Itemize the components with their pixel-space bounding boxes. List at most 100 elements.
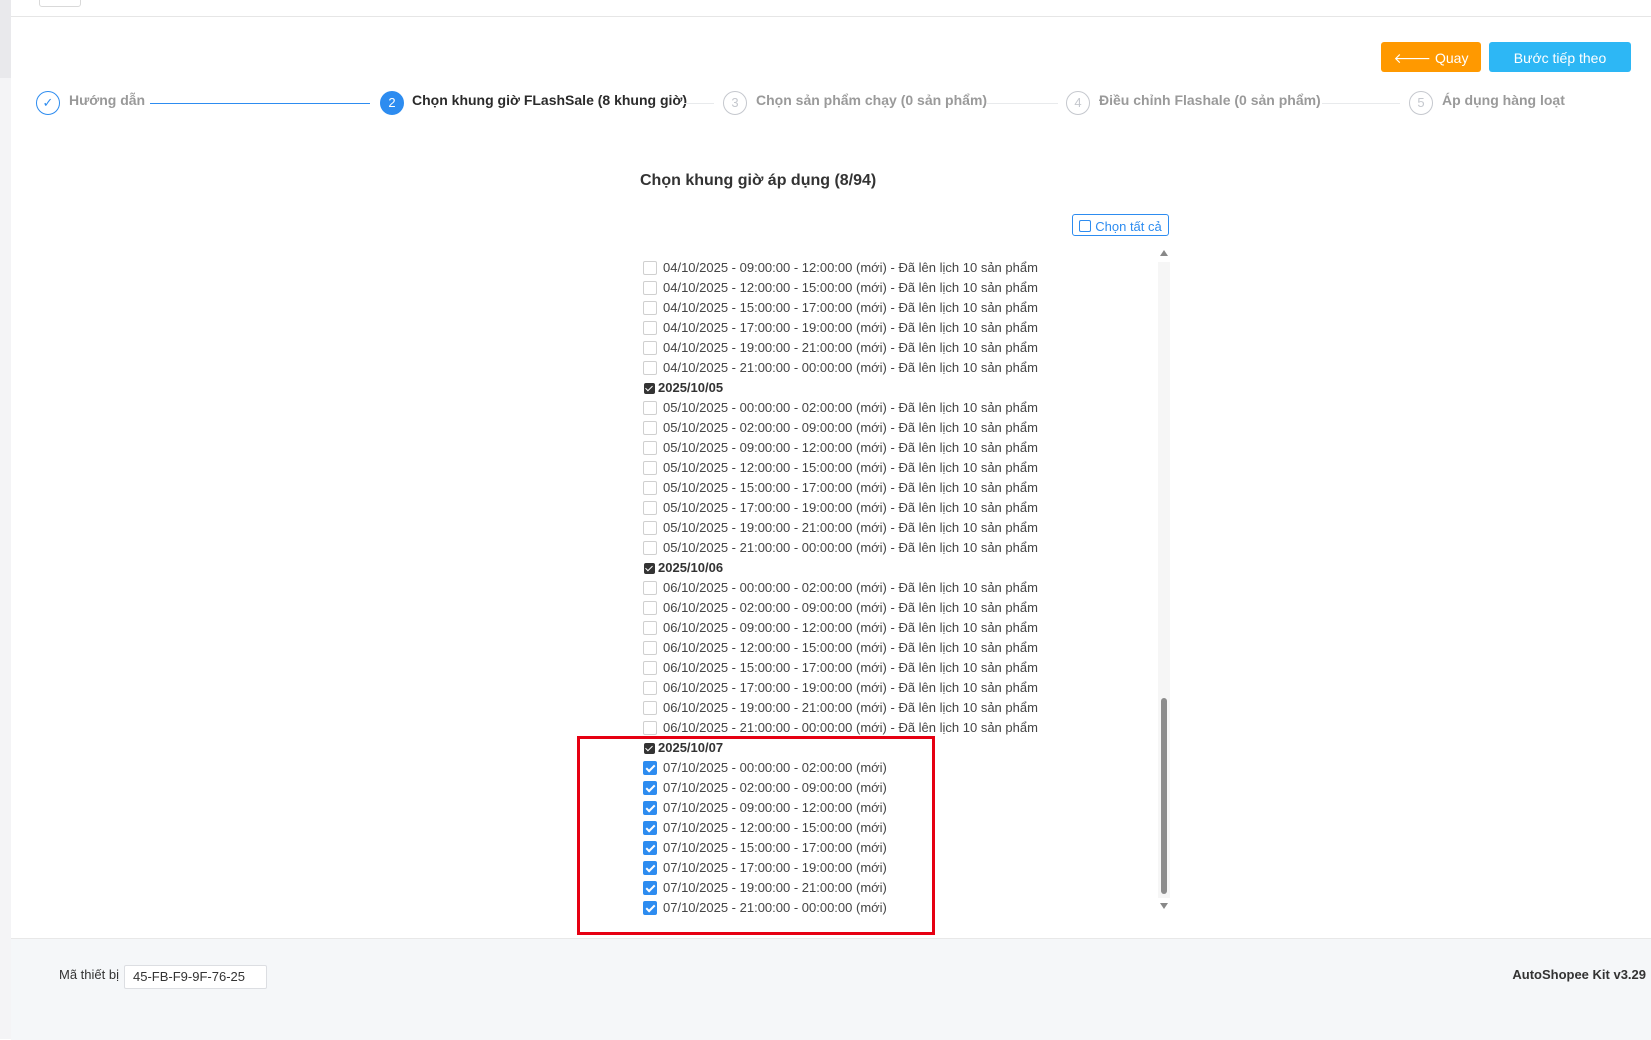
- slot-item-label: 05/10/2025 - 17:00:00 - 19:00:00 (mới) -…: [663, 500, 1038, 515]
- slot-item-label: 05/10/2025 - 02:00:00 - 09:00:00 (mới) -…: [663, 420, 1038, 435]
- slot-item[interactable]: 05/10/2025 - 09:00:00 - 12:00:00 (mới) -…: [643, 438, 1163, 458]
- back-button[interactable]: 🡐 Quay lại: [1381, 42, 1481, 96]
- checkbox-unchecked[interactable]: [643, 401, 657, 415]
- slot-item-label: 05/10/2025 - 19:00:00 - 21:00:00 (mới) -…: [663, 520, 1038, 535]
- slot-item-label: 04/10/2025 - 17:00:00 - 19:00:00 (mới) -…: [663, 320, 1038, 335]
- left-gutter: [0, 0, 11, 1039]
- date-group-label: 2025/10/05: [658, 380, 724, 395]
- checkbox-unchecked[interactable]: [643, 341, 657, 355]
- slot-item-label: 06/10/2025 - 00:00:00 - 02:00:00 (mới) -…: [663, 580, 1038, 595]
- slot-item-label: 04/10/2025 - 12:00:00 - 15:00:00 (mới) -…: [663, 280, 1038, 295]
- step-1-label[interactable]: Hướng dẫn: [69, 92, 145, 108]
- checkbox-unchecked[interactable]: [643, 261, 657, 275]
- stepper: ✓ Hướng dẫn 2 Chọn khung giờ FLashSale (…: [0, 86, 1651, 120]
- checkbox-unchecked[interactable]: [643, 441, 657, 455]
- slot-item[interactable]: 04/10/2025 - 19:00:00 - 21:00:00 (mới) -…: [643, 338, 1163, 358]
- next-step-button[interactable]: Bước tiếp theo 🡒: [1489, 42, 1631, 96]
- slot-item-label: 06/10/2025 - 15:00:00 - 17:00:00 (mới) -…: [663, 660, 1038, 675]
- step-connector-4: [1322, 103, 1400, 104]
- slot-item-label: 05/10/2025 - 15:00:00 - 17:00:00 (mới) -…: [663, 480, 1038, 495]
- checkbox-unchecked[interactable]: [643, 541, 657, 555]
- checkbox-unchecked[interactable]: [643, 581, 657, 595]
- step-connector-1: [150, 103, 370, 104]
- checkbox-unchecked[interactable]: [643, 681, 657, 695]
- slot-item-label: 05/10/2025 - 00:00:00 - 02:00:00 (mới) -…: [663, 400, 1038, 415]
- slot-item-label: 06/10/2025 - 21:00:00 - 00:00:00 (mới) -…: [663, 720, 1038, 735]
- slot-item[interactable]: 06/10/2025 - 21:00:00 - 00:00:00 (mới) -…: [643, 718, 1163, 738]
- slot-item[interactable]: 06/10/2025 - 02:00:00 - 09:00:00 (mới) -…: [643, 598, 1163, 618]
- slot-item[interactable]: 05/10/2025 - 17:00:00 - 19:00:00 (mới) -…: [643, 498, 1163, 518]
- scroll-down-arrow-icon[interactable]: [1160, 903, 1168, 909]
- step-1-check-icon: ✓: [36, 91, 60, 115]
- slot-item[interactable]: 05/10/2025 - 02:00:00 - 09:00:00 (mới) -…: [643, 418, 1163, 438]
- step-5-number: 5: [1409, 91, 1433, 115]
- slot-item-label: 05/10/2025 - 21:00:00 - 00:00:00 (mới) -…: [663, 540, 1038, 555]
- slot-item[interactable]: 06/10/2025 - 17:00:00 - 19:00:00 (mới) -…: [643, 678, 1163, 698]
- group-checkbox-icon[interactable]: [644, 383, 655, 394]
- checkbox-unchecked[interactable]: [643, 521, 657, 535]
- group-checkbox-icon[interactable]: [644, 563, 655, 574]
- checkbox-unchecked[interactable]: [643, 461, 657, 475]
- step-connector-2: [684, 103, 714, 104]
- check-square-icon: [1079, 220, 1092, 232]
- date-group-label: 2025/10/06: [658, 560, 724, 575]
- top-bar: [11, 0, 1651, 17]
- checkbox-unchecked[interactable]: [643, 361, 657, 375]
- slot-item[interactable]: 04/10/2025 - 17:00:00 - 19:00:00 (mới) -…: [643, 318, 1163, 338]
- slot-item[interactable]: 06/10/2025 - 12:00:00 - 15:00:00 (mới) -…: [643, 638, 1163, 658]
- checkbox-unchecked[interactable]: [643, 421, 657, 435]
- slot-item[interactable]: 05/10/2025 - 19:00:00 - 21:00:00 (mới) -…: [643, 518, 1163, 538]
- device-id-label: Mã thiết bị: [59, 967, 119, 982]
- checkbox-unchecked[interactable]: [643, 601, 657, 615]
- checkbox-unchecked[interactable]: [643, 641, 657, 655]
- slot-item[interactable]: 04/10/2025 - 21:00:00 - 00:00:00 (mới) -…: [643, 358, 1163, 378]
- checkbox-unchecked[interactable]: [643, 481, 657, 495]
- slot-item[interactable]: 05/10/2025 - 21:00:00 - 00:00:00 (mới) -…: [643, 538, 1163, 558]
- slot-item-label: 06/10/2025 - 12:00:00 - 15:00:00 (mới) -…: [663, 640, 1038, 655]
- slot-item-label: 04/10/2025 - 19:00:00 - 21:00:00 (mới) -…: [663, 340, 1038, 355]
- step-5-label[interactable]: Áp dụng hàng loạt: [1442, 92, 1565, 108]
- footer: [11, 938, 1651, 1040]
- step-3-label[interactable]: Chọn sản phẩm chạy (0 sản phẩm): [756, 92, 987, 108]
- checkbox-unchecked[interactable]: [643, 281, 657, 295]
- slot-item-label: 06/10/2025 - 19:00:00 - 21:00:00 (mới) -…: [663, 700, 1038, 715]
- checkbox-unchecked[interactable]: [643, 661, 657, 675]
- slot-item[interactable]: 04/10/2025 - 15:00:00 - 17:00:00 (mới) -…: [643, 298, 1163, 318]
- slot-item-label: 04/10/2025 - 09:00:00 - 12:00:00 (mới) -…: [663, 260, 1038, 275]
- slot-item-label: 04/10/2025 - 15:00:00 - 17:00:00 (mới) -…: [663, 300, 1038, 315]
- slot-item[interactable]: 06/10/2025 - 09:00:00 - 12:00:00 (mới) -…: [643, 618, 1163, 638]
- slot-item-label: 06/10/2025 - 17:00:00 - 19:00:00 (mới) -…: [663, 680, 1038, 695]
- step-4-number: 4: [1066, 91, 1090, 115]
- slot-section-title: Chọn khung giờ áp dụng (8/94): [640, 172, 877, 189]
- slot-item[interactable]: 04/10/2025 - 09:00:00 - 12:00:00 (mới) -…: [643, 258, 1163, 278]
- slot-item-label: 05/10/2025 - 12:00:00 - 15:00:00 (mới) -…: [663, 460, 1038, 475]
- slot-item[interactable]: 05/10/2025 - 12:00:00 - 15:00:00 (mới) -…: [643, 458, 1163, 478]
- slot-item[interactable]: 06/10/2025 - 00:00:00 - 02:00:00 (mới) -…: [643, 578, 1163, 598]
- select-all-button[interactable]: Chọn tất cả: [1072, 214, 1169, 236]
- slot-item-label: 06/10/2025 - 09:00:00 - 12:00:00 (mới) -…: [663, 620, 1038, 635]
- slot-item-label: 04/10/2025 - 21:00:00 - 00:00:00 (mới) -…: [663, 360, 1038, 375]
- slot-item[interactable]: 06/10/2025 - 15:00:00 - 17:00:00 (mới) -…: [643, 658, 1163, 678]
- left-gutter-top: [0, 0, 11, 78]
- slot-item-label: 05/10/2025 - 09:00:00 - 12:00:00 (mới) -…: [663, 440, 1038, 455]
- scroll-up-arrow-icon[interactable]: [1160, 250, 1168, 256]
- checkbox-unchecked[interactable]: [643, 701, 657, 715]
- checkbox-unchecked[interactable]: [643, 721, 657, 735]
- annotation-highlight-box: [577, 736, 935, 935]
- checkbox-unchecked[interactable]: [643, 501, 657, 515]
- checkbox-unchecked[interactable]: [643, 321, 657, 335]
- checkbox-unchecked[interactable]: [643, 621, 657, 635]
- scrollbar-thumb[interactable]: [1161, 698, 1167, 894]
- step-2-label[interactable]: Chọn khung giờ FLashSale (8 khung giờ): [412, 92, 687, 108]
- slot-item[interactable]: 06/10/2025 - 19:00:00 - 21:00:00 (mới) -…: [643, 698, 1163, 718]
- app-version: AutoShopee Kit v3.29: [1512, 967, 1646, 982]
- slot-item[interactable]: 05/10/2025 - 00:00:00 - 02:00:00 (mới) -…: [643, 398, 1163, 418]
- step-connector-3: [986, 103, 1058, 104]
- slot-item[interactable]: 04/10/2025 - 12:00:00 - 15:00:00 (mới) -…: [643, 278, 1163, 298]
- slot-item[interactable]: 05/10/2025 - 15:00:00 - 17:00:00 (mới) -…: [643, 478, 1163, 498]
- top-partial-button[interactable]: [39, 0, 81, 7]
- device-id-field[interactable]: 45-FB-F9-9F-76-25: [124, 965, 267, 989]
- step-4-label[interactable]: Điều chỉnh Flashale (0 sản phẩm): [1099, 92, 1321, 108]
- step-3-number: 3: [723, 91, 747, 115]
- checkbox-unchecked[interactable]: [643, 301, 657, 315]
